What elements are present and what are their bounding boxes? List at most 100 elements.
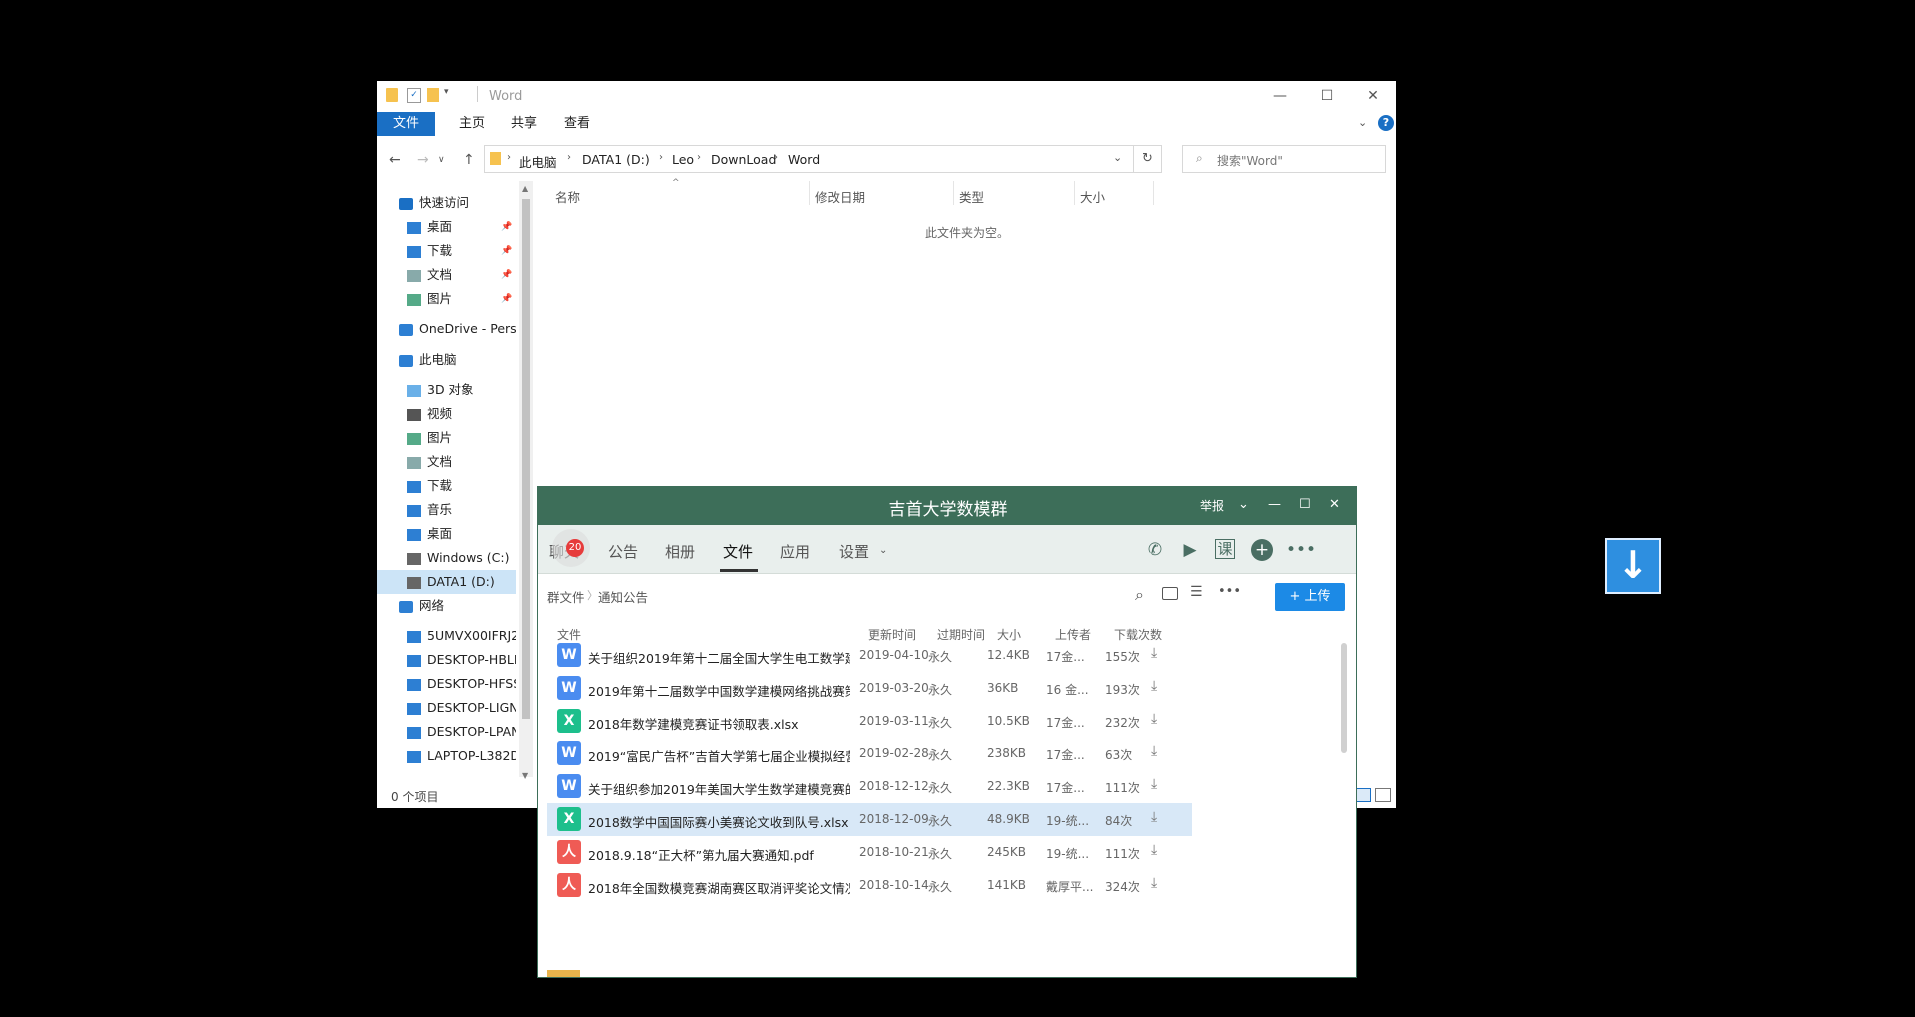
column-header-date[interactable]: 修改日期: [815, 187, 865, 206]
list-view-icon[interactable]: ☰: [1190, 584, 1203, 600]
file-row[interactable]: 人 2018.9.18“正大杯”第九届大赛通知.pdf 2018-10-21 永久 24…: [547, 836, 1192, 869]
download-icon[interactable]: ⤓: [1151, 678, 1157, 694]
tab-settings[interactable]: 设置: [839, 541, 869, 562]
help-icon[interactable]: ?: [1378, 115, 1394, 131]
download-arrow-icon[interactable]: ↓: [1605, 538, 1661, 594]
ribbon-tab-home[interactable]: 主页: [447, 112, 497, 136]
breadcrumb-word[interactable]: Word: [788, 152, 820, 167]
forward-arrow-icon[interactable]: →: [417, 152, 429, 168]
column-header-size[interactable]: 大小: [1080, 187, 1105, 206]
new-folder-icon[interactable]: [427, 88, 439, 102]
scroll-down-icon[interactable]: ▼: [522, 771, 528, 780]
file-row[interactable]: X 2018数学中国国际赛小美赛论文收到队号.xlsx 2018-12-09 永久 48…: [547, 803, 1192, 836]
chevron-down-icon[interactable]: ⌄: [879, 545, 887, 556]
chevron-down-icon[interactable]: ⌄: [1238, 497, 1249, 512]
file-list-scroll-thumb[interactable]: [1341, 643, 1347, 753]
nav-item[interactable]: 快速访问: [377, 191, 516, 215]
nav-item[interactable]: OneDrive - Perso: [377, 317, 516, 341]
column-header-type[interactable]: 类型: [959, 187, 984, 206]
file-row[interactable]: W 2019“富民广告杯”吉首大学第七届企业模拟经营大赛... 2019-02-28…: [547, 737, 1192, 770]
nav-item[interactable]: LAPTOP-L382D: [377, 744, 516, 768]
breadcrumb-download[interactable]: DownLoad: [711, 152, 776, 167]
nav-item[interactable]: 此电脑: [377, 348, 516, 372]
nav-item[interactable]: DESKTOP-HFSS: [377, 672, 516, 696]
file-row[interactable]: W 关于组织参加2019年美国大学生数学建模竞赛的通知(2).... 2018-12…: [547, 770, 1192, 803]
minimize-button[interactable]: —: [1268, 497, 1281, 512]
more-icon[interactable]: •••: [1286, 539, 1316, 561]
nav-item[interactable]: DESKTOP-LPAN: [377, 720, 516, 744]
column-header-name[interactable]: 名称: [555, 187, 580, 206]
ribbon-tab-view[interactable]: 查看: [552, 112, 602, 136]
download-icon[interactable]: ⤓: [1151, 809, 1157, 825]
nav-item[interactable]: 图片 📌: [377, 287, 516, 311]
properties-icon[interactable]: ✓: [407, 88, 421, 103]
scroll-up-icon[interactable]: ▲: [522, 184, 528, 193]
nav-item[interactable]: 音乐: [377, 498, 516, 522]
breadcrumb-leo[interactable]: Leo: [672, 152, 694, 167]
nav-item[interactable]: DESKTOP-HBLH: [377, 648, 516, 672]
tab-announcements[interactable]: 公告: [608, 541, 638, 562]
ribbon-tab-share[interactable]: 共享: [499, 112, 549, 136]
up-arrow-icon[interactable]: ↑: [463, 152, 475, 168]
phone-icon[interactable]: ✆: [1144, 539, 1166, 561]
file-row[interactable]: W 关于组织2019年第十二届全国大学生电工数学建模竞赛... 2019-04-10…: [547, 639, 1192, 672]
file-row[interactable]: 人 2018年全国数模竞赛湖南赛区取消评奖论文情况的通知.p... 2018-10-…: [547, 869, 1192, 902]
address-dropdown-icon[interactable]: ⌄: [1113, 151, 1122, 164]
minimize-button[interactable]: —: [1257, 81, 1303, 111]
nav-item[interactable]: DESKTOP-LIGN: [377, 696, 516, 720]
pin-icon[interactable]: 📌: [501, 215, 512, 239]
video-call-icon[interactable]: ▶: [1179, 539, 1201, 561]
nav-item[interactable]: 网络: [377, 594, 516, 618]
breadcrumb-this-pc[interactable]: 此电脑: [519, 152, 557, 171]
nav-item[interactable]: 桌面 📌: [377, 215, 516, 239]
download-icon[interactable]: ⤓: [1151, 711, 1157, 727]
class-icon[interactable]: 课: [1215, 539, 1235, 559]
expand-ribbon-icon[interactable]: ⌄: [1358, 116, 1367, 129]
maximize-button[interactable]: ☐: [1304, 81, 1350, 111]
large-icons-view-icon[interactable]: [1375, 788, 1391, 802]
pin-icon[interactable]: 📌: [501, 287, 512, 311]
pin-icon[interactable]: 📌: [501, 263, 512, 287]
breadcrumb-group-files[interactable]: 群文件: [547, 587, 585, 606]
inbox-icon[interactable]: [1162, 587, 1178, 600]
nav-item[interactable]: 3D 对象: [377, 378, 516, 402]
download-icon[interactable]: ⤓: [1151, 743, 1157, 759]
file-row[interactable]: X 2018年数学建模竞赛证书领取表.xlsx 2019-03-11 永久 10.5KB…: [547, 705, 1192, 738]
quick-access-dropdown-icon[interactable]: ▾: [444, 87, 449, 97]
nav-item[interactable]: 文档: [377, 450, 516, 474]
download-icon[interactable]: ⤓: [1151, 645, 1157, 661]
pin-icon[interactable]: 📌: [501, 239, 512, 263]
more-icon[interactable]: •••: [1218, 584, 1241, 599]
maximize-button[interactable]: ☐: [1299, 497, 1311, 512]
download-icon[interactable]: ⤓: [1151, 842, 1157, 858]
refresh-icon[interactable]: ↻: [1134, 145, 1162, 173]
tab-album[interactable]: 相册: [665, 541, 695, 562]
breadcrumb-drive[interactable]: DATA1 (D:): [582, 152, 650, 167]
tab-files[interactable]: 文件: [723, 541, 753, 562]
download-icon[interactable]: ⤓: [1151, 776, 1157, 792]
nav-item[interactable]: 5UMVX00IFRJ2: [377, 624, 516, 648]
back-arrow-icon[interactable]: ←: [389, 152, 401, 168]
ribbon-tab-file[interactable]: 文件: [377, 112, 435, 136]
close-button[interactable]: ✕: [1350, 81, 1396, 111]
nav-item[interactable]: 下载: [377, 474, 516, 498]
search-icon[interactable]: ⌕: [1135, 585, 1144, 605]
nav-item[interactable]: LAPTOP-OBE9A: [377, 768, 516, 775]
add-icon[interactable]: +: [1251, 539, 1273, 561]
nav-item[interactable]: 图片: [377, 426, 516, 450]
report-button[interactable]: 举报: [1200, 497, 1224, 514]
address-bar[interactable]: › 此电脑 › DATA1 (D:) › Leo › DownLoad › Wo…: [484, 145, 1134, 173]
details-view-icon[interactable]: [1355, 788, 1371, 802]
nav-item[interactable]: 桌面: [377, 522, 516, 546]
search-input[interactable]: ⌕ 搜索"Word": [1182, 145, 1386, 173]
nav-item[interactable]: DATA1 (D:): [377, 570, 516, 594]
nav-item[interactable]: 视频: [377, 402, 516, 426]
upload-button[interactable]: + 上传: [1275, 583, 1345, 611]
nav-scroll-thumb[interactable]: [522, 199, 530, 719]
recent-dropdown-icon[interactable]: ∨: [438, 155, 445, 165]
nav-item[interactable]: 文档 📌: [377, 263, 516, 287]
close-button[interactable]: ✕: [1329, 497, 1340, 512]
tab-apps[interactable]: 应用: [780, 541, 810, 562]
download-icon[interactable]: ⤓: [1151, 875, 1157, 891]
nav-item[interactable]: 下载 📌: [377, 239, 516, 263]
